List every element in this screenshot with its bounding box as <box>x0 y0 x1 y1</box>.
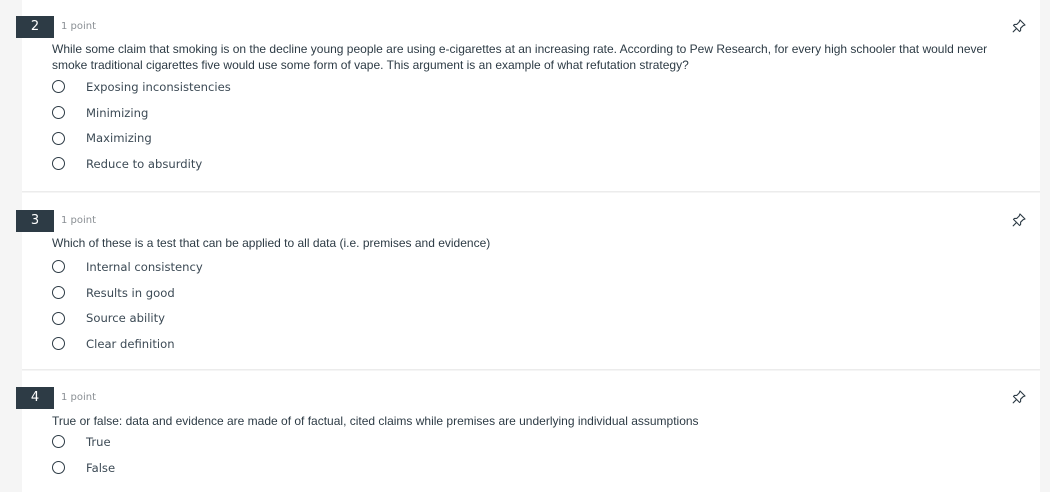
radio-button[interactable] <box>52 106 65 120</box>
answer-option[interactable]: Minimizing <box>52 100 231 126</box>
question-points: 1 point <box>61 392 97 403</box>
pin-icon[interactable] <box>1012 390 1026 404</box>
question-card-2: 2 1 point While some claim that smoking … <box>16 0 1040 192</box>
pin-icon[interactable] <box>1012 213 1026 227</box>
answer-option[interactable]: True <box>52 429 115 455</box>
radio-button[interactable] <box>52 286 65 300</box>
answer-label: Reduce to absurdity <box>86 156 203 171</box>
radio-button[interactable] <box>52 461 65 475</box>
question-number: 3 <box>16 210 54 232</box>
answer-label: Maximizing <box>86 131 152 146</box>
question-points: 1 point <box>61 21 97 32</box>
answer-option[interactable]: Results in good <box>52 280 203 306</box>
answer-list: True False <box>52 429 115 480</box>
question-number: 2 <box>16 16 54 38</box>
quiz-page: 2 1 point While some claim that smoking … <box>0 0 1050 492</box>
radio-button[interactable] <box>52 435 65 449</box>
answer-list: Exposing inconsistencies Minimizing Maxi… <box>52 74 231 177</box>
answer-label: Results in good <box>86 285 175 300</box>
answer-option[interactable]: False <box>52 455 115 481</box>
question-number: 4 <box>16 387 54 409</box>
radio-button[interactable] <box>52 337 65 351</box>
answer-option[interactable]: Internal consistency <box>52 254 203 280</box>
question-prompt: Which of these is a test that can be app… <box>52 236 491 250</box>
pin-icon[interactable] <box>1012 19 1026 33</box>
question-card-4: 4 1 point True or false: data and eviden… <box>16 371 1040 492</box>
radio-button[interactable] <box>52 311 65 325</box>
answer-label: True <box>86 434 111 449</box>
answer-label: Clear definition <box>86 336 175 351</box>
question-prompt: True or false: data and evidence are mad… <box>52 414 699 428</box>
answer-option[interactable]: Maximizing <box>52 125 231 151</box>
question-card-3: 3 1 point Which of these is a test that … <box>16 193 1040 370</box>
answer-option[interactable]: Clear definition <box>52 331 203 357</box>
answer-label: False <box>86 460 116 475</box>
answer-label: Internal consistency <box>86 259 203 274</box>
radio-button[interactable] <box>52 80 65 94</box>
question-prompt: While some claim that smoking is on the … <box>52 42 988 72</box>
radio-button[interactable] <box>52 131 65 145</box>
answer-label: Minimizing <box>86 105 149 120</box>
answer-label: Source ability <box>86 311 166 326</box>
answer-option[interactable]: Exposing inconsistencies <box>52 74 231 100</box>
answer-option[interactable]: Source ability <box>52 305 203 331</box>
answer-list: Internal consistency Results in good Sou… <box>52 254 203 357</box>
radio-button[interactable] <box>52 157 65 171</box>
answer-label: Exposing inconsistencies <box>86 79 231 94</box>
radio-button[interactable] <box>52 260 65 274</box>
answer-option[interactable]: Reduce to absurdity <box>52 151 231 177</box>
question-points: 1 point <box>61 215 97 226</box>
